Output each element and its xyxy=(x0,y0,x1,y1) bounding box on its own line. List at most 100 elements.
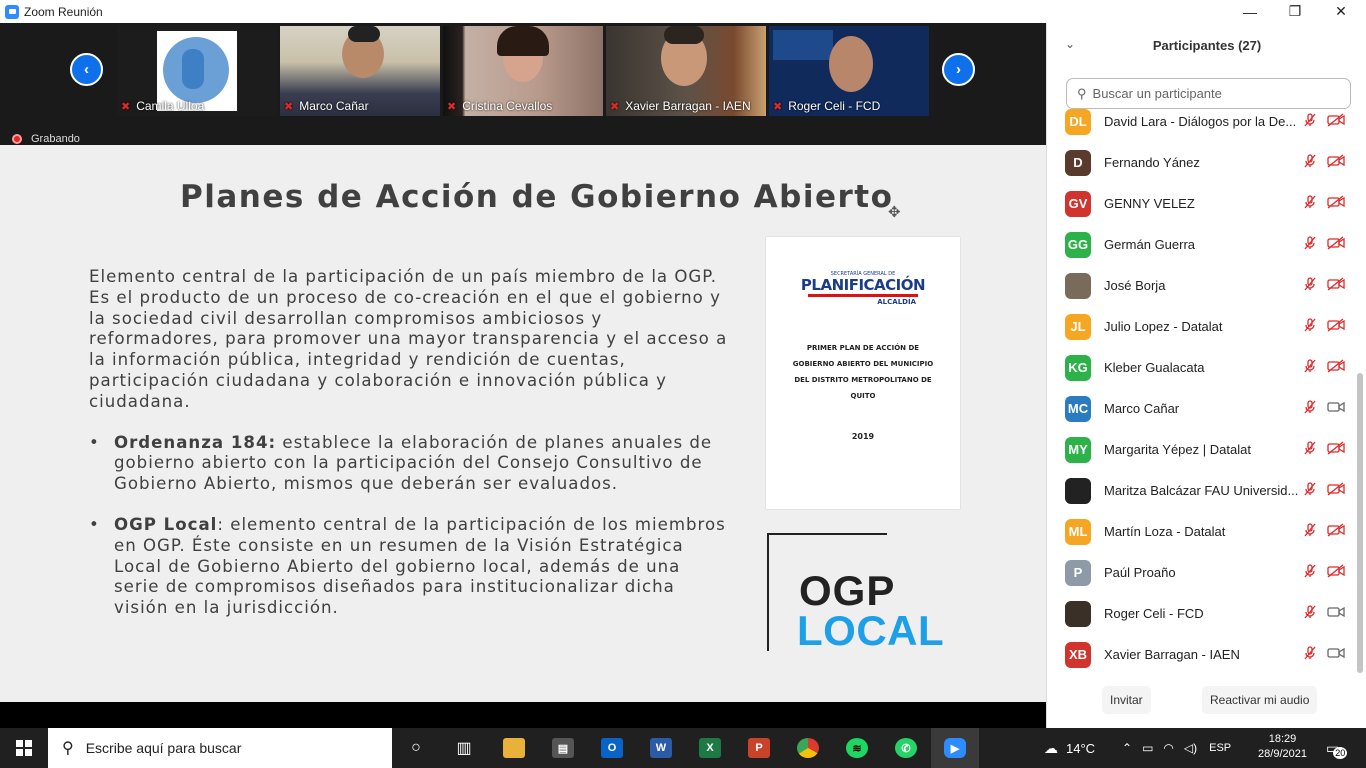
mic-muted-icon[interactable] xyxy=(1303,318,1317,335)
mic-muted-icon[interactable] xyxy=(1303,400,1317,417)
mic-muted-icon[interactable] xyxy=(1303,277,1317,294)
mic-muted-icon[interactable] xyxy=(1303,154,1317,171)
participant-row[interactable]: José Borja xyxy=(1047,265,1352,306)
language-indicator[interactable]: ESP xyxy=(1209,742,1231,754)
powerpoint-icon[interactable]: P xyxy=(735,728,783,768)
tile-name: ✖ Roger Celi - FCD xyxy=(773,99,881,113)
participant-row[interactable]: P Paúl Proaño xyxy=(1047,552,1352,593)
mic-muted-icon[interactable] xyxy=(1303,441,1317,458)
participant-row[interactable]: KG Kleber Gualacata xyxy=(1047,347,1352,388)
avatar: DL xyxy=(1065,109,1091,135)
participant-name: Maritza Balcázar FAU Universid... xyxy=(1104,483,1299,498)
notifications-button[interactable]: ▭ 20 xyxy=(1326,728,1348,768)
mic-muted-icon[interactable] xyxy=(1303,195,1317,212)
participant-row[interactable]: DL David Lara - Diálogos por la De... xyxy=(1047,109,1352,142)
video-off-icon[interactable] xyxy=(1327,236,1345,253)
windows-taskbar: ⚲ Escribe aquí para buscar ○ ▥ ▤ O W X P… xyxy=(0,728,1366,768)
mic-muted-icon: ✖ xyxy=(284,100,294,113)
participant-name: Paúl Proaño xyxy=(1104,565,1176,580)
video-off-icon[interactable] xyxy=(1327,482,1345,499)
participant-row[interactable]: MC Marco Cañar xyxy=(1047,388,1352,429)
video-tile[interactable]: ✖ Marco Cañar xyxy=(280,26,440,116)
taskbar-search[interactable]: ⚲ Escribe aquí para buscar xyxy=(48,728,392,768)
participant-row[interactable]: GG Germán Guerra xyxy=(1047,224,1352,265)
close-button[interactable]: ✕ xyxy=(1318,0,1364,23)
video-on-icon[interactable] xyxy=(1327,646,1345,663)
bullet-bold: Ordenanza 184: xyxy=(114,432,277,452)
prev-page-button[interactable]: ‹ xyxy=(70,53,103,86)
tile-name: ✖ Camila Ulloa xyxy=(121,99,205,113)
slide-title: Planes de Acción de Gobierno Abierto xyxy=(180,179,894,215)
video-off-icon[interactable] xyxy=(1327,564,1345,581)
participant-row[interactable]: D Fernando Yánez xyxy=(1047,142,1352,183)
video-off-icon[interactable] xyxy=(1327,154,1345,171)
ogp-local-logo: OGP LOCAL xyxy=(767,533,982,654)
video-tile[interactable]: ✖ Camila Ulloa xyxy=(117,26,277,116)
video-off-icon[interactable] xyxy=(1327,318,1345,335)
unmute-me-button[interactable]: Reactivar mi audio xyxy=(1202,686,1318,714)
recording-indicator[interactable]: Grabando xyxy=(12,133,80,145)
excel-icon[interactable]: X xyxy=(686,728,734,768)
mic-muted-icon[interactable] xyxy=(1303,564,1317,581)
whatsapp-icon[interactable]: ✆ xyxy=(882,728,930,768)
video-on-icon[interactable] xyxy=(1327,400,1345,417)
avatar: ML xyxy=(1065,518,1091,545)
clock[interactable]: 18:29 28/9/2021 xyxy=(1255,732,1310,762)
scrollbar[interactable] xyxy=(1357,373,1363,673)
mic-muted-icon[interactable] xyxy=(1303,236,1317,253)
video-off-icon[interactable] xyxy=(1327,523,1345,540)
avatar-photo xyxy=(1065,272,1091,299)
participant-row[interactable]: Roger Celi - FCD xyxy=(1047,593,1352,634)
video-off-icon[interactable] xyxy=(1327,359,1345,376)
video-on-icon[interactable] xyxy=(1327,605,1345,622)
mic-muted-icon[interactable] xyxy=(1303,646,1317,663)
outlook-icon[interactable]: O xyxy=(588,728,636,768)
battery-icon: ▭ xyxy=(1142,741,1154,755)
file-explorer-icon[interactable] xyxy=(490,728,538,768)
participant-name: José Borja xyxy=(1104,278,1166,293)
system-tray[interactable]: ⌃ ▭ ◠ ◁) ESP xyxy=(1122,728,1231,768)
participant-row[interactable]: GV GENNY VELEZ xyxy=(1047,183,1352,224)
bullet-bold: OGP Local xyxy=(114,514,218,534)
next-page-button[interactable]: › xyxy=(942,53,975,86)
participant-list: DL David Lara - Diálogos por la De... D Fer… xyxy=(1047,109,1352,682)
video-off-icon[interactable] xyxy=(1327,277,1345,294)
participant-row[interactable]: ML Martín Loza - Datalat xyxy=(1047,511,1352,552)
start-button[interactable] xyxy=(0,728,48,768)
logo-word-local: LOCAL xyxy=(797,607,945,654)
video-off-icon[interactable] xyxy=(1327,113,1345,130)
task-view-icon[interactable]: ▥ xyxy=(440,728,488,768)
participant-search-input[interactable] xyxy=(1092,86,1333,101)
video-tile[interactable]: ✖ Xavier Barragan - IAEN xyxy=(606,26,766,116)
zoom-taskbar-icon[interactable]: ▶ xyxy=(931,728,979,768)
participant-search[interactable]: ⚲ xyxy=(1066,78,1351,109)
participant-face xyxy=(829,36,873,92)
mic-muted-icon[interactable] xyxy=(1303,482,1317,499)
slide-paragraph: Elemento central de la participación de … xyxy=(89,267,728,411)
participant-row[interactable]: MY Margarita Yépez | Datalat xyxy=(1047,429,1352,470)
mic-muted-icon[interactable] xyxy=(1303,113,1317,130)
spotify-icon[interactable]: ≋ xyxy=(833,728,881,768)
participant-row[interactable]: XB Xavier Barragan - IAEN xyxy=(1047,634,1352,675)
collapse-chevron-icon[interactable]: ⌄ xyxy=(1065,37,1075,51)
participant-row[interactable]: Maritza Balcázar FAU Universid... xyxy=(1047,470,1352,511)
video-off-icon[interactable] xyxy=(1327,195,1345,212)
mic-muted-icon[interactable] xyxy=(1303,523,1317,540)
video-tile[interactable]: ✖ Cristina Cevallos xyxy=(443,26,603,116)
weather-widget[interactable]: ☁ 14°C xyxy=(1044,728,1095,768)
video-off-icon[interactable] xyxy=(1327,441,1345,458)
word-icon[interactable]: W xyxy=(637,728,685,768)
participant-name: Marco Cañar xyxy=(1104,401,1180,416)
restore-button[interactable]: ❐ xyxy=(1272,0,1318,23)
mic-muted-icon[interactable] xyxy=(1303,605,1317,622)
participant-name: Fernando Yánez xyxy=(1104,155,1200,170)
store-icon[interactable]: ▤ xyxy=(539,728,587,768)
participant-row[interactable]: JL Julio Lopez - Datalat xyxy=(1047,306,1352,347)
chrome-icon[interactable] xyxy=(784,728,832,768)
cortana-icon[interactable]: ○ xyxy=(392,728,440,768)
notification-count: 20 xyxy=(1333,747,1348,759)
invite-button[interactable]: Invitar xyxy=(1102,686,1151,714)
minimize-button[interactable]: — xyxy=(1227,0,1273,23)
mic-muted-icon[interactable] xyxy=(1303,359,1317,376)
video-tile[interactable]: ✖ Roger Celi - FCD xyxy=(769,26,929,116)
